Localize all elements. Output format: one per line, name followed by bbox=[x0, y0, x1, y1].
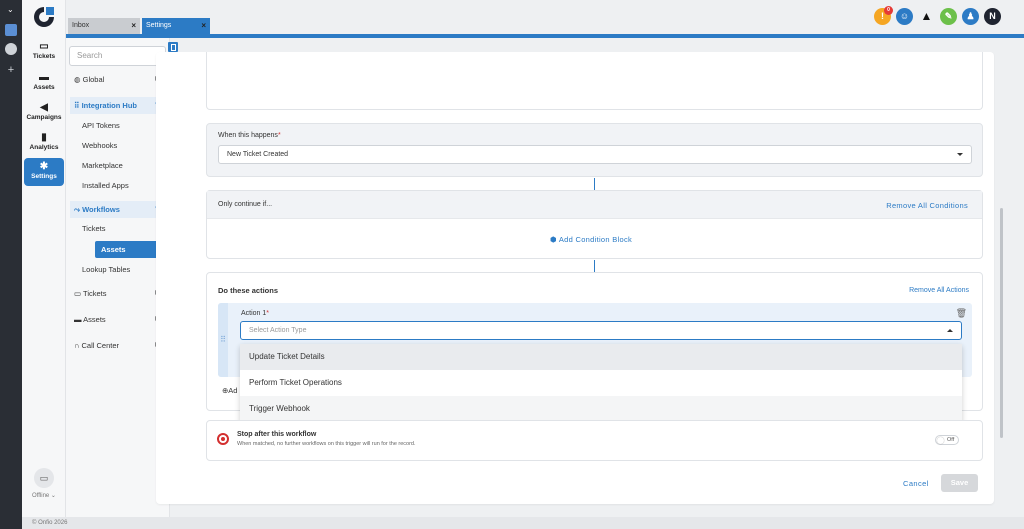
nav-settings[interactable]: ✱ Settings bbox=[24, 158, 64, 186]
add-block-icon: ⬢ bbox=[550, 235, 557, 244]
agent-icon[interactable]: ♟ bbox=[962, 8, 979, 25]
remove-all-conditions-button[interactable]: Remove All Conditions bbox=[886, 201, 968, 210]
offline-status[interactable]: ▭ Offline ⌄ bbox=[22, 468, 66, 499]
workflow-icon: ⤳ bbox=[74, 205, 80, 214]
app-icon[interactable] bbox=[5, 24, 17, 36]
tab-settings[interactable]: Settings × bbox=[142, 18, 210, 34]
sidebar-item-marketplace[interactable]: Marketplace bbox=[70, 157, 166, 174]
gear-icon: ✱ bbox=[39, 161, 49, 172]
os-strip: ⌄ + bbox=[0, 0, 22, 529]
option-trigger-webhook[interactable]: Trigger Webhook bbox=[240, 396, 962, 422]
tab-underline bbox=[66, 34, 1024, 38]
sidebar-item-workflows[interactable]: ⤳ Workflows▼ bbox=[70, 201, 166, 218]
stop-title: Stop after this workflow bbox=[237, 431, 317, 438]
sidebar-item-lookup-tables[interactable]: Lookup Tables bbox=[70, 261, 166, 278]
megaphone-icon: ◀ bbox=[40, 102, 48, 113]
scrollbar[interactable] bbox=[1000, 208, 1003, 438]
monitor-icon: ▬ bbox=[74, 315, 82, 324]
connector-line bbox=[594, 260, 595, 272]
globe-icon: ◍ bbox=[74, 75, 81, 84]
tab-inbox[interactable]: Inbox × bbox=[68, 18, 140, 34]
bell-icon[interactable]: ▲ bbox=[918, 8, 935, 25]
sidebar-item-webhooks[interactable]: Webhooks bbox=[70, 137, 166, 154]
save-button[interactable]: Save bbox=[941, 474, 978, 492]
remove-all-actions-button[interactable]: Remove All Actions bbox=[909, 287, 969, 294]
conditions-label: Only continue if... bbox=[218, 201, 273, 208]
sidebar-item-integration-hub[interactable]: ⠿ Integration Hub▼ bbox=[70, 97, 166, 114]
left-nav: ▭ Tickets ▬ Assets ◀ Campaigns ▮ Analytics ✱… bbox=[22, 0, 66, 529]
option-update-ticket-details[interactable]: Update Ticket Details bbox=[240, 344, 962, 370]
sidebar-item-installed-apps[interactable]: Installed Apps bbox=[70, 177, 166, 194]
bar-chart-icon: ▮ bbox=[41, 132, 47, 143]
chat-icon: ▭ bbox=[34, 468, 54, 488]
option-perform-ticket-operations[interactable]: Perform Ticket Operations bbox=[240, 370, 962, 396]
grid-icon: ⠿ bbox=[74, 101, 80, 110]
conditions-header bbox=[207, 191, 982, 219]
chevron-down-icon bbox=[957, 153, 963, 156]
stop-description: When matched, no further workflows on th… bbox=[237, 441, 416, 447]
notifications-icon[interactable]: ! 0 bbox=[874, 6, 893, 25]
top-bar: Inbox × Settings × ! 0 ☺ ▲ ✎ ♟ N bbox=[66, 0, 1024, 38]
conditions-card: Only continue if... Remove All Condition… bbox=[206, 190, 983, 259]
add-action-button[interactable]: ⊕Ad bbox=[222, 386, 237, 395]
top-icons: ! 0 ☺ ▲ ✎ ♟ N bbox=[866, 6, 1016, 26]
close-icon[interactable]: × bbox=[201, 18, 206, 34]
collapse-sidebar-button[interactable] bbox=[168, 42, 178, 52]
sidebar-item-call-center[interactable]: ∩ Call Center▶ bbox=[70, 337, 166, 354]
inbox-icon: ▭ bbox=[74, 289, 82, 298]
cancel-button[interactable]: Cancel bbox=[903, 479, 929, 488]
brand-logo bbox=[34, 7, 54, 27]
footer-copyright: © Onfio 2026 bbox=[22, 517, 1024, 529]
stop-card: Stop after this workflow When matched, n… bbox=[206, 420, 983, 461]
nav-assets[interactable]: ▬ Assets bbox=[24, 69, 64, 97]
action-type-select[interactable]: Select Action Type bbox=[240, 321, 962, 340]
drag-handle-icon[interactable]: ⠿ bbox=[218, 303, 228, 377]
sidebar-item-tickets[interactable]: ▭ Tickets▶ bbox=[70, 285, 166, 302]
action-type-dropdown: Update Ticket Details Perform Ticket Ope… bbox=[240, 344, 962, 426]
chevron-down-icon[interactable]: ⌄ bbox=[7, 6, 15, 14]
globe-icon[interactable] bbox=[5, 43, 17, 55]
previous-card bbox=[206, 52, 983, 110]
edit-icon[interactable]: ✎ bbox=[940, 8, 957, 25]
add-condition-block-button[interactable]: ⬢ Add Condition Block bbox=[550, 235, 632, 244]
notification-badge: 0 bbox=[884, 6, 893, 15]
sidebar-item-api-tokens[interactable]: API Tokens bbox=[70, 117, 166, 134]
chevron-up-icon bbox=[947, 329, 953, 332]
bot-icon[interactable]: ☺ bbox=[896, 8, 913, 25]
sidebar-item-workflow-tickets[interactable]: Tickets bbox=[70, 220, 166, 237]
monitor-icon: ▬ bbox=[39, 72, 49, 83]
actions-label: Do these actions bbox=[218, 286, 279, 295]
inbox-icon: ▭ bbox=[39, 41, 49, 52]
close-icon[interactable]: × bbox=[131, 18, 136, 34]
avatar[interactable]: N bbox=[984, 8, 1001, 25]
trigger-card: When this happens* New Ticket Created bbox=[206, 123, 983, 177]
settings-sidebar: Search ◍ Global▶ ⠿ Integration Hub▼ API … bbox=[66, 38, 187, 518]
sidebar-item-global[interactable]: ◍ Global▶ bbox=[70, 71, 166, 88]
trigger-select[interactable]: New Ticket Created bbox=[218, 145, 972, 164]
connector-line bbox=[594, 178, 595, 190]
nav-tickets[interactable]: ▭ Tickets bbox=[24, 38, 64, 66]
trigger-label: When this happens* bbox=[218, 132, 281, 139]
stop-toggle[interactable]: Off bbox=[935, 435, 959, 445]
nav-campaigns[interactable]: ◀ Campaigns bbox=[24, 99, 64, 127]
search-input[interactable]: Search bbox=[69, 46, 166, 66]
action-1-label: Action 1* bbox=[241, 310, 270, 317]
headset-icon: ∩ bbox=[74, 341, 80, 350]
sidebar-item-assets[interactable]: ▬ Assets▶ bbox=[70, 311, 166, 328]
nav-analytics[interactable]: ▮ Analytics bbox=[24, 129, 64, 157]
stop-radio[interactable] bbox=[217, 433, 229, 445]
add-icon[interactable]: + bbox=[5, 64, 17, 76]
trash-icon[interactable]: 🗑 bbox=[956, 308, 967, 319]
